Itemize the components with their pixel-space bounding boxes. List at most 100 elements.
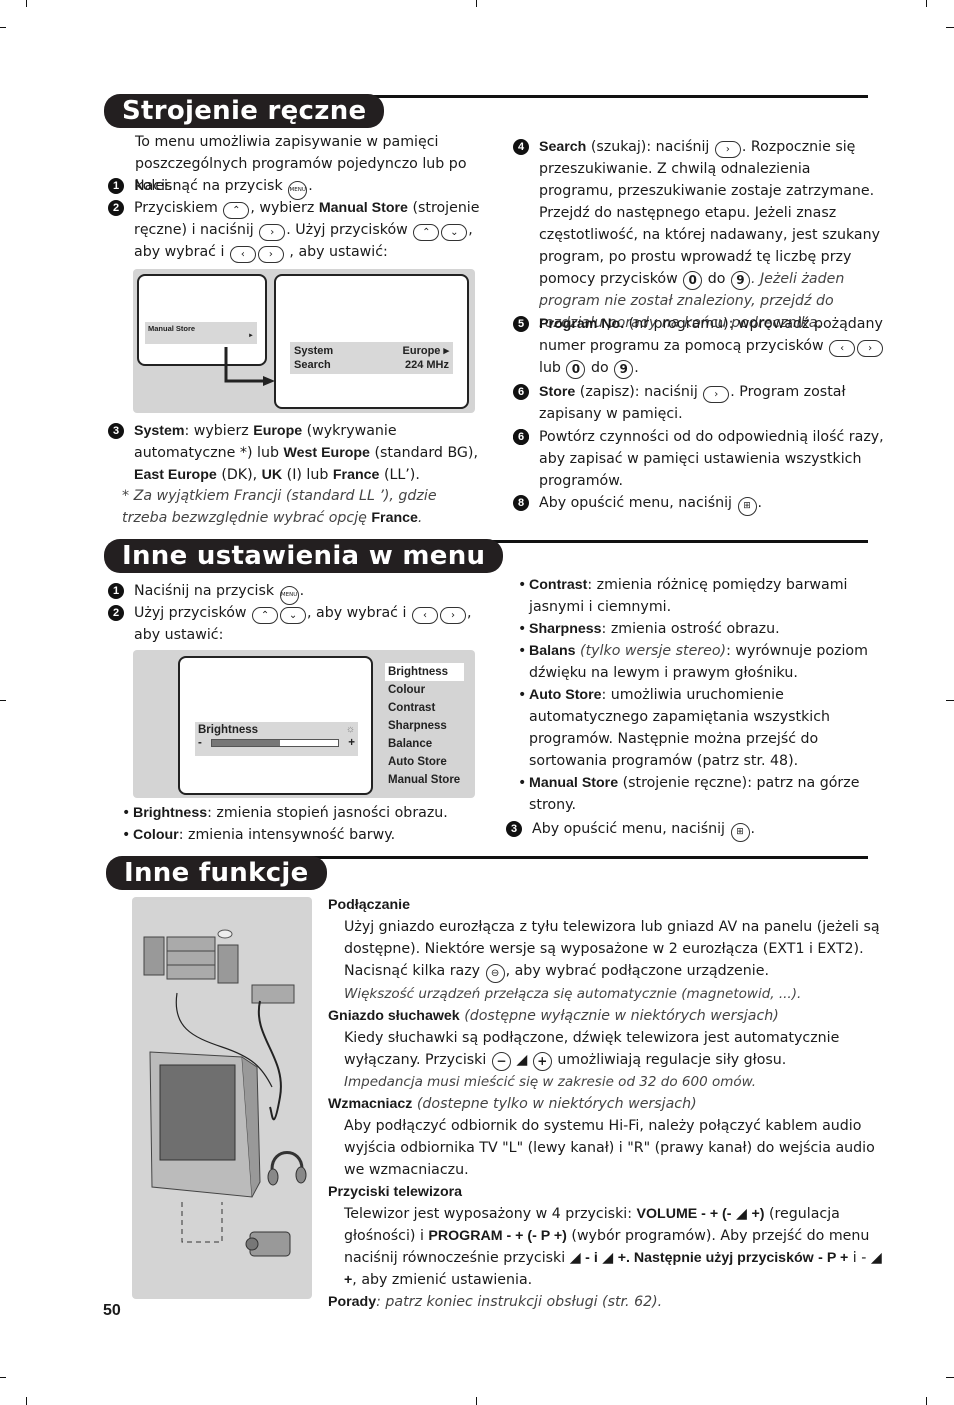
volume-icon: ◢	[870, 1250, 882, 1266]
right-key-icon: ›	[439, 607, 466, 624]
osd-label: Brightness	[198, 724, 259, 736]
tv-buttons-heading: Przyciski telewizora	[328, 1184, 463, 1200]
step-number: 3	[108, 423, 124, 439]
settings-step-2: 2 Użyj przycisków ⌃ ⌄, aby wybrać i ‹ ›, a…	[108, 602, 488, 646]
plus-label: +	[348, 737, 355, 749]
step-bold: France	[332, 467, 380, 483]
osd-value: Europe ▸	[402, 345, 449, 357]
connection-diagram-svg	[143, 929, 307, 1257]
av-source-key-icon: ⊖	[485, 964, 505, 983]
menu-item: Contrast	[388, 702, 436, 714]
vcr-icon	[251, 984, 295, 1004]
crop-mark	[946, 700, 954, 701]
connecting-text: Użyj gniazdo eurozłącza z tyłu telewizor…	[328, 916, 883, 1005]
step-number: 8	[513, 495, 529, 511]
right-key-icon: ›	[703, 386, 730, 403]
menu-item: Auto Store	[388, 756, 447, 768]
headphones-heading: Gniazdo słuchawek (dostępne wyłącznie w …	[328, 1005, 883, 1027]
bold-text: - i	[585, 1250, 598, 1266]
step-5: 5 Program No. (nr programu): wprowadź po…	[513, 313, 888, 379]
step-bold: UK	[261, 467, 283, 483]
menu-item-label: Manual Store	[148, 324, 196, 333]
volume-icon: ◢	[569, 1250, 581, 1266]
step-text: do	[707, 271, 726, 287]
volume-label: VOLUME - + (-	[636, 1206, 732, 1222]
heading-text: Gniazdo słuchawek	[328, 1008, 460, 1024]
tips-text: : patrz koniec instrukcji obsługi (str. …	[376, 1294, 663, 1310]
step-bold: Search	[539, 139, 587, 155]
menu-item: Colour	[388, 684, 426, 696]
paragraph-text: i -	[852, 1250, 867, 1266]
paragraph-text: umożliwiają regulacje siły głosu.	[557, 1052, 787, 1068]
step-ref: 6	[513, 429, 529, 445]
step-text: lub	[539, 360, 561, 376]
left-key-icon: ‹	[411, 607, 438, 624]
manual-store-menu-item: Manual Store ►	[145, 322, 257, 344]
tips-line: Porady: patrz koniec instrukcji obsługi …	[328, 1291, 883, 1313]
sun-icon: ☼	[345, 724, 355, 735]
tv-screen: Brightness ☼ - +	[178, 656, 373, 795]
bullet-item: Manual Store (strojenie ręczne): patrz n…	[518, 772, 888, 816]
crop-mark	[926, 1397, 927, 1405]
headphones-icon	[267, 1151, 307, 1186]
punct: .	[634, 360, 639, 376]
step-text: (I) lub	[286, 467, 329, 483]
step-text: (szukaj): naciśnij	[590, 139, 710, 155]
crop-mark	[926, 0, 927, 7]
program-label: PROGRAM - + (- P +)	[428, 1228, 567, 1244]
up-key-icon: ⌃	[413, 224, 440, 241]
bullet-item: Sharpness: zmienia ostrość obrazu.	[518, 618, 888, 640]
step-number: 5	[513, 316, 529, 332]
crop-mark	[476, 0, 477, 7]
bullet-term: Contrast	[529, 577, 588, 593]
plus-key-icon: +	[532, 1052, 552, 1071]
section-title-manual-tuning: Strojenie ręczne	[104, 94, 385, 128]
step-7: 7 Powtórz czynności od 4 do 6 odpowiedni…	[513, 426, 891, 492]
step-number: 1	[108, 583, 124, 599]
arrow-connector	[224, 347, 275, 386]
bullet-text: : zmienia stopień jasności obrazu.	[207, 805, 448, 821]
step-number: 2	[108, 605, 124, 621]
step-bold: East Europe	[134, 467, 217, 483]
step-text: : wybierz	[184, 423, 249, 439]
settings-menu-list: Brightness Colour Contrast Sharpness Balance…	[385, 663, 464, 789]
heading-note: (dostępne wyłącznie w niektórych wersjac…	[464, 1008, 779, 1024]
settings-osd: System Europe ▸ Search 224 MHz	[290, 342, 453, 374]
osd-value: 224 MHz	[404, 359, 449, 371]
brightness-slider: - +	[198, 737, 355, 749]
step-4: 4 Search (szukaj): naciśnij ›. Rozpoczni…	[513, 136, 888, 334]
amplifier-text: Aby podłączyć odbiornik do systemu Hi-Fi…	[344, 1118, 875, 1178]
step-text: (standard BG),	[374, 445, 478, 461]
left-key-icon: ‹	[829, 340, 856, 357]
step-2: 2 Przyciskiem ⌃, wybierz Manual Store (s…	[108, 197, 488, 263]
bullet-text: : zmienia ostrość obrazu.	[601, 621, 780, 637]
connecting-heading: Podłączanie	[328, 897, 411, 913]
section-rule	[240, 856, 868, 859]
camcorder-icon	[245, 1231, 291, 1257]
amplifier-heading: Wzmacniacz (dostepne tylko w niektórych …	[328, 1093, 883, 1115]
arrow-right-icon: ►	[248, 333, 254, 339]
step-bold: Manual Store	[318, 200, 408, 216]
page-number: 50	[103, 1302, 121, 1319]
osd-title-row: Brightness ☼	[198, 724, 355, 736]
bullet-item: Contrast: zmienia różnicę pomiędzy barwa…	[518, 574, 888, 618]
step-text: do	[590, 360, 609, 376]
punct: .	[299, 583, 305, 599]
bold-text: +)	[751, 1206, 765, 1222]
hifi-system-icon	[143, 929, 239, 984]
step-text: Nacisnąć na przycisk	[134, 178, 283, 194]
down-key-icon: ⌄	[280, 607, 307, 624]
digit-0-key-icon: 0	[566, 360, 586, 379]
step-number: 2	[108, 200, 124, 216]
bullet-term: Brightness	[133, 805, 208, 821]
tv-icon	[149, 1051, 261, 1198]
step-text: . Użyj przycisków	[286, 222, 408, 238]
step-text: Aby opuścić menu, naciśnij	[539, 495, 732, 511]
bullet-note: (tylko wersje stereo)	[575, 643, 727, 659]
headphones-text: Kiedy słuchawki są podłączone, dźwięk te…	[328, 1027, 883, 1093]
minus-key-icon: −	[491, 1052, 511, 1071]
step-number: 6	[513, 384, 529, 400]
step-text: Użyj przycisków	[134, 605, 247, 621]
step-number: 3	[506, 821, 522, 837]
crop-mark	[0, 27, 6, 28]
